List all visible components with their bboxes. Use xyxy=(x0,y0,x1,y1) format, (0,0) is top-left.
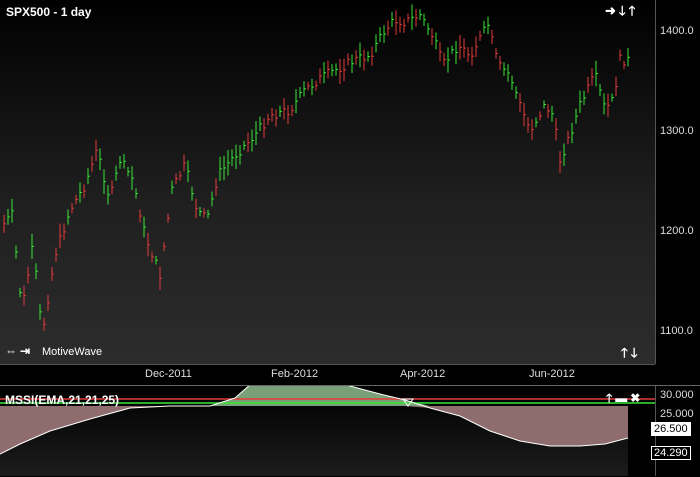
date-tick: Dec-2011 xyxy=(145,368,192,380)
scroll-buttons: ⇔ ⇥ xyxy=(4,344,32,358)
indicator-fill-below xyxy=(0,406,628,454)
price-axis[interactable]: 1400.0 1300.0 1200.0 1100.0 xyxy=(655,0,700,364)
price-tick: 1100.0 xyxy=(660,325,693,337)
chart-title: SPX500 - 1 day xyxy=(6,5,92,19)
zoom-buttons: 🡑 🡓 xyxy=(620,344,640,366)
arrow-down-icon[interactable]: 🡓 xyxy=(618,2,628,24)
indicator-value-label: 26.500 xyxy=(651,422,691,436)
date-tick: Feb-2012 xyxy=(271,368,319,380)
price-bars xyxy=(3,4,630,331)
arrows-expand-icon[interactable]: ⇥ xyxy=(19,344,32,358)
indicator-value-label: 24.290 xyxy=(651,446,691,460)
indicator-panel[interactable]: MSSI(EMA,21,21,25) 🡑 ▬ ✖ xyxy=(0,385,655,477)
indicator-tick: 25.000 xyxy=(660,408,694,420)
price-chart-panel[interactable]: SPX500 - 1 day ➜ 🡓 🡑 ⇔ ⇥ MotiveWave 🡑 🡓 xyxy=(0,0,655,364)
price-tick: 1300.0 xyxy=(660,125,694,137)
indicator-title: MSSI(EMA,21,21,25) xyxy=(5,393,120,407)
arrow-right-icon[interactable]: ➜ xyxy=(604,3,618,19)
price-tick: 1200.0 xyxy=(660,225,694,237)
indicator-tick: 30.000 xyxy=(660,389,694,401)
watermark: MotiveWave xyxy=(42,346,103,358)
indicator-buttons: 🡑 ▬ ✖ xyxy=(605,389,642,410)
date-tick: Apr-2012 xyxy=(400,368,446,380)
indicator-blank-area xyxy=(628,401,655,477)
arrows-horizontal-icon[interactable]: ⇔ xyxy=(4,344,19,358)
date-tick: Jun-2012 xyxy=(529,368,575,380)
close-icon[interactable]: ✖ xyxy=(629,391,642,405)
arrow-down-icon[interactable]: 🡓 xyxy=(630,344,640,366)
chart-nav-buttons: ➜ 🡓 🡑 xyxy=(604,2,637,24)
date-axis[interactable]: Dec-2011 Feb-2012 Apr-2012 Jun-2012 xyxy=(0,364,655,384)
price-tick: 1400.0 xyxy=(660,25,694,37)
axis-corner xyxy=(655,364,700,384)
arrow-up-icon[interactable]: 🡑 xyxy=(605,389,614,410)
arrow-up-icon[interactable]: 🡑 xyxy=(620,344,630,366)
window-icon[interactable]: ▬ xyxy=(614,391,629,405)
arrow-up-icon[interactable]: 🡑 xyxy=(628,2,638,24)
